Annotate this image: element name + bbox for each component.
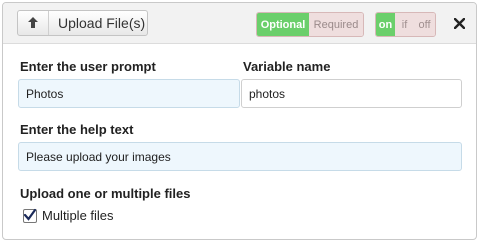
requirement-toggle: Optional Required (256, 12, 364, 37)
prompt-label: Enter the user prompt (20, 59, 156, 74)
close-icon[interactable] (451, 15, 467, 31)
help-text-input[interactable]: Please upload your images (18, 142, 462, 171)
optional-option[interactable]: Optional (257, 13, 309, 36)
prompt-input[interactable]: Photos (18, 79, 240, 108)
multiple-files-option[interactable]: Multiple files (23, 208, 114, 223)
condition-off-option[interactable]: off (414, 13, 435, 36)
condition-toggle: on if off (375, 12, 436, 37)
upload-files-field-panel: Upload File(s) Optional Required on if o… (2, 2, 477, 240)
field-header: Upload File(s) Optional Required on if o… (3, 3, 476, 44)
field-type-label: Upload File(s) (58, 15, 146, 31)
variable-name-input[interactable]: photos (241, 79, 462, 108)
variable-name-label: Variable name (243, 59, 331, 74)
condition-if-option[interactable]: if (395, 13, 414, 36)
checkmark-icon (23, 208, 37, 221)
multiple-files-checkbox-label: Multiple files (42, 208, 114, 223)
help-text-label: Enter the help text (20, 122, 134, 137)
field-type-button[interactable]: Upload File(s) (17, 10, 148, 36)
multiple-files-checkbox[interactable] (23, 208, 37, 223)
condition-on-option[interactable]: on (376, 13, 395, 36)
required-option[interactable]: Required (309, 13, 363, 36)
upload-arrow-icon (18, 11, 49, 35)
multiple-files-heading: Upload one or multiple files (20, 186, 191, 201)
